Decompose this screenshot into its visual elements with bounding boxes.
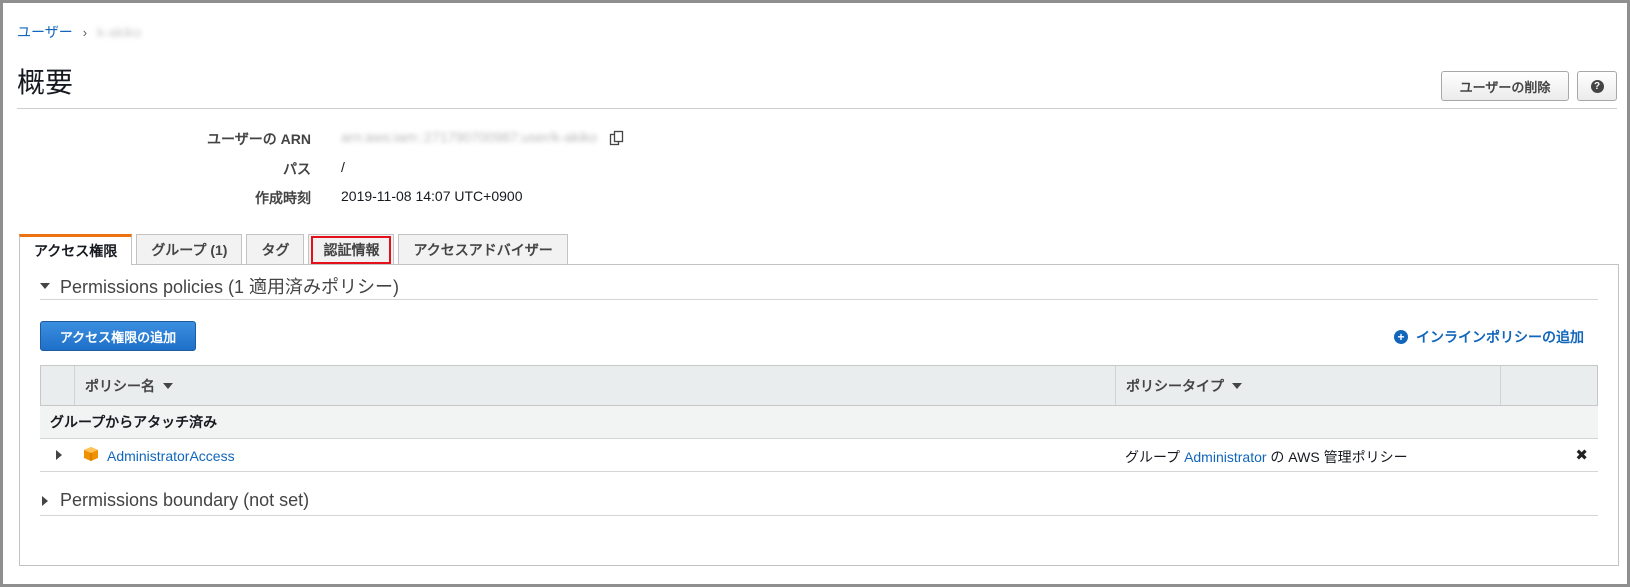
add-permissions-button[interactable]: アクセス権限の追加 <box>40 321 196 351</box>
breadcrumb-users-link[interactable]: ユーザー <box>17 22 73 42</box>
managed-policy-box-icon <box>84 447 98 461</box>
column-policy-type-label: ポリシータイプ <box>1126 377 1224 394</box>
arn-value: arn:aws:iam::271790700987:user/k-akiko <box>341 129 598 145</box>
copy-icon[interactable] <box>609 130 625 146</box>
policy-name-link[interactable]: AdministratorAccess <box>107 448 235 464</box>
policy-type-prefix: グループ <box>1125 449 1181 465</box>
summary-row-arn: ユーザーの ARN arn:aws:iam::271790700987:user… <box>3 129 703 149</box>
column-policy-name[interactable]: ポリシー名 <box>75 366 1116 405</box>
expand-row-icon[interactable] <box>56 450 62 460</box>
title-divider <box>17 108 1617 109</box>
summary-row-created: 作成時刻 2019-11-08 14:07 UTC+0900 <box>3 188 703 208</box>
header-action-column <box>1501 366 1597 405</box>
tab-groups[interactable]: グループ (1) <box>136 234 243 264</box>
column-policy-name-label: ポリシー名 <box>85 377 155 394</box>
policy-type-cell: グループ Administrator の AWS 管理ポリシー <box>1125 447 1408 467</box>
permissions-boundary-header[interactable]: Permissions boundary (not set) <box>40 490 309 511</box>
policy-type-suffix: の AWS 管理ポリシー <box>1270 449 1408 465</box>
section-divider <box>40 299 1598 300</box>
path-value: / <box>341 159 345 175</box>
remove-policy-icon[interactable]: ✖ <box>1575 446 1588 464</box>
boundary-divider <box>40 515 1598 516</box>
tab-tags[interactable]: タグ <box>246 234 305 264</box>
permissions-boundary-title: Permissions boundary (not set) <box>60 490 310 510</box>
permissions-policies-header[interactable]: Permissions policies (1 適用済みポリシー) <box>40 273 399 299</box>
help-button[interactable]: ? <box>1577 71 1617 101</box>
tab-credentials-label: 認証情報 <box>311 235 392 264</box>
summary-row-path: パス / <box>3 159 703 179</box>
plus-circle-icon: + <box>1394 330 1408 344</box>
tab-bar: アクセス権限 グループ (1) タグ 認証情報 アクセスアドバイザー <box>19 234 572 265</box>
tab-credentials[interactable]: 認証情報 <box>308 234 395 264</box>
breadcrumb: ユーザー › k-akiko <box>17 22 141 42</box>
group-administrator-link[interactable]: Administrator <box>1184 449 1266 465</box>
created-value: 2019-11-08 14:07 UTC+0900 <box>341 188 523 204</box>
table-header: ポリシー名 ポリシータイプ <box>40 365 1598 406</box>
breadcrumb-current-user: k-akiko <box>97 24 142 40</box>
delete-user-button[interactable]: ユーザーの削除 <box>1441 71 1569 101</box>
expand-caret-icon <box>42 495 48 506</box>
add-inline-policy-link[interactable]: + インラインポリシーの追加 <box>1394 327 1584 347</box>
permissions-policies-title: Permissions policies (1 適用済みポリシー) <box>60 277 400 297</box>
add-inline-policy-label: インラインポリシーの追加 <box>1416 329 1584 345</box>
table-row: AdministratorAccess グループ Administrator の… <box>40 439 1598 472</box>
window-frame: ユーザー › k-akiko 概要 ユーザーの削除 ? ユーザーの ARN ar… <box>0 0 1630 587</box>
path-label: パス <box>283 161 311 177</box>
arn-label: ユーザーの ARN <box>207 131 311 147</box>
group-attached-row: グループからアタッチ済み <box>40 406 1598 439</box>
sort-caret-icon <box>1232 382 1242 389</box>
created-label: 作成時刻 <box>255 190 311 206</box>
column-policy-type[interactable]: ポリシータイプ <box>1116 366 1501 405</box>
permissions-panel: Permissions policies (1 適用済みポリシー) アクセス権限… <box>19 264 1619 566</box>
policies-table: ポリシー名 ポリシータイプ グループからアタッチ済み Administrator… <box>40 365 1598 472</box>
collapse-caret-icon <box>40 283 50 289</box>
sort-caret-icon <box>163 382 173 389</box>
header-expand-column <box>41 366 75 405</box>
page-title: 概要 <box>17 67 74 98</box>
help-icon: ? <box>1590 79 1604 93</box>
tab-access-advisor[interactable]: アクセスアドバイザー <box>398 234 568 264</box>
tab-permissions[interactable]: アクセス権限 <box>19 234 133 265</box>
breadcrumb-separator: › <box>82 24 88 40</box>
